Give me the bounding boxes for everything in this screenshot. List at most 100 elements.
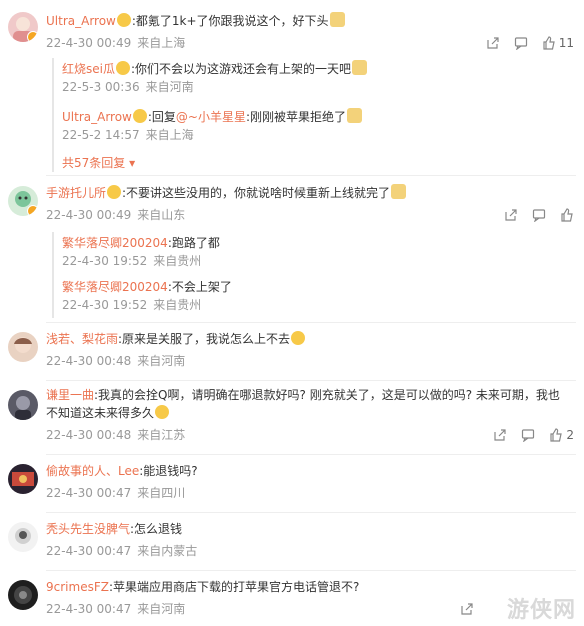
verified-badge-icon	[27, 31, 38, 42]
avatar-image	[15, 396, 31, 420]
reply-content: :跑路了都	[167, 236, 220, 250]
comment-icon[interactable]	[521, 428, 535, 442]
reply-date: 22-4-30 19:52	[62, 298, 148, 312]
emoji-icon	[155, 405, 170, 419]
comment-content: :都氪了1k+了你跟我说这个，好下头	[131, 14, 329, 28]
comment-location: 来自上海	[137, 36, 186, 50]
watermark-logo: 游侠网	[506, 598, 576, 623]
comment-date: 22-4-30 00:47	[46, 544, 132, 558]
comment-content: :能退钱吗?	[139, 464, 198, 478]
share-icon[interactable]	[493, 428, 507, 442]
reply-content: :你们不会以为这游戏还会有上架的一天吧	[130, 62, 352, 76]
reply-list: 繁华落尽卿200204:跑路了都 22-4-30 19:52 来自贵州 繁华落尽卿…	[52, 232, 576, 318]
divider	[46, 380, 576, 381]
reply-content: :刚刚被苹果拒绝了	[245, 110, 347, 124]
like-icon[interactable]	[560, 208, 574, 222]
emoji-icon	[132, 109, 147, 123]
reply-date: 22-4-30 19:52	[62, 254, 148, 268]
comment-location: 来自江苏	[137, 428, 186, 442]
comment-content: :原来是关服了，我说怎么上不去	[118, 332, 291, 346]
reply-location: 来自贵州	[153, 298, 202, 312]
comment-location: 来自内蒙古	[137, 544, 198, 558]
sticker-icon	[391, 184, 407, 199]
comment-content: :怎么退钱	[130, 522, 183, 536]
avatar[interactable]	[8, 390, 38, 420]
comment-content: :不要讲这些没用的，你就说啥时候重新上线就完了	[122, 186, 391, 200]
avatar[interactable]	[8, 12, 38, 42]
emoji-icon	[116, 13, 131, 27]
more-replies-label: 共57条回复	[62, 156, 126, 170]
comment-content: :苹果端应用商店下载的打苹果官方电话管退不?	[108, 580, 360, 594]
username-link[interactable]: 浅若、梨花雨	[46, 332, 118, 346]
emoji-icon	[115, 61, 130, 75]
like-icon	[549, 428, 563, 442]
emoji-icon	[107, 185, 122, 199]
reply-content: :不会上架了	[167, 280, 232, 294]
comment-text: Ultra_Arrow :都氪了1k+了你跟我说这个，好下头	[46, 12, 576, 30]
avatar[interactable]	[8, 522, 38, 552]
username-link[interactable]: 手游托儿所	[46, 186, 106, 200]
avatar[interactable]	[8, 580, 38, 610]
divider	[46, 570, 576, 571]
more-replies-link[interactable]: 共57条回复 ▾	[62, 154, 576, 172]
divider	[46, 454, 576, 455]
comment-location: 来自山东	[137, 208, 186, 222]
comment-date: 22-4-30 00:49	[46, 36, 132, 50]
avatar[interactable]	[8, 464, 38, 494]
reply-location: 来自上海	[145, 128, 194, 142]
comment-location: 来自河南	[137, 602, 186, 616]
reply-date: 22-5-2 14:57	[62, 128, 140, 142]
reply-item: Ultra_Arrow :回复@~小羊星星:刚刚被苹果拒绝了 22-5-2 14:…	[62, 108, 576, 144]
username-link[interactable]: 偷故事的人、Lee	[46, 464, 139, 478]
comment-date: 22-4-30 00:48	[46, 428, 132, 442]
reply-username-link[interactable]: 繁华落尽卿200204	[62, 236, 168, 250]
divider	[46, 512, 576, 513]
like-count: 2	[566, 428, 574, 442]
reply-username-link[interactable]: Ultra_Arrow	[62, 110, 132, 124]
comment-content: :我真的会拴Q啊，请明确在哪退款好吗? 刚充就关了，这是可以做的吗? 未来可期，…	[46, 388, 560, 420]
reply-prefix: :回复	[147, 110, 176, 124]
divider	[46, 322, 576, 323]
username-link[interactable]: 9crimesFZ	[46, 580, 109, 594]
comment-location: 来自河南	[137, 354, 186, 368]
reply-username-link[interactable]: 繁华落尽卿200204	[62, 280, 168, 294]
reply-username-link[interactable]: 红烧sei瓜	[62, 62, 115, 76]
comment-date: 22-4-30 00:47	[46, 602, 132, 616]
reply-date: 22-5-3 00:36	[62, 80, 140, 94]
comment-date: 22-4-30 00:49	[46, 208, 132, 222]
avatar-image	[12, 472, 34, 486]
divider	[46, 175, 576, 176]
like-button[interactable]: 2	[549, 428, 574, 442]
comment-date: 22-4-30 00:47	[46, 486, 132, 500]
reply-list: 红烧sei瓜 :你们不会以为这游戏还会有上架的一天吧 22-5-3 00:36 来自…	[52, 58, 576, 172]
caret-down-icon: ▾	[125, 156, 136, 170]
username-link[interactable]: 秃头先生没脾气	[46, 522, 130, 536]
sticker-icon	[347, 108, 363, 123]
verified-badge-icon	[27, 205, 38, 216]
username-link[interactable]: 谦里一曲	[46, 388, 94, 402]
sticker-icon	[329, 12, 345, 27]
like-count: 11	[558, 36, 574, 50]
comment-icon[interactable]	[532, 208, 546, 222]
comment-date: 22-4-30 00:48	[46, 354, 132, 368]
reply-item: 繁华落尽卿200204:跑路了都 22-4-30 19:52 来自贵州	[62, 234, 576, 270]
like-button[interactable]: 11	[542, 36, 574, 50]
emoji-icon	[291, 331, 306, 345]
reply-item: 繁华落尽卿200204:不会上架了 22-4-30 19:52 来自贵州	[62, 278, 576, 314]
reply-item: 红烧sei瓜:你们不会以为这游戏还会有上架的一天吧 22-5-3 00:36 来自…	[62, 60, 576, 96]
reply-location: 来自贵州	[153, 254, 202, 268]
like-icon	[542, 36, 556, 50]
share-icon[interactable]	[486, 36, 500, 50]
share-icon[interactable]	[460, 602, 474, 616]
mention-link[interactable]: @~小羊星星	[176, 110, 246, 124]
comment-icon[interactable]	[514, 36, 528, 50]
sticker-icon	[352, 60, 368, 75]
username-link[interactable]: Ultra_Arrow	[46, 14, 116, 28]
comment-location: 来自四川	[137, 486, 186, 500]
avatar[interactable]	[8, 332, 38, 362]
avatar-image	[15, 528, 31, 544]
share-icon[interactable]	[504, 208, 518, 222]
avatar-image	[14, 337, 32, 353]
avatar-image	[14, 586, 32, 604]
avatar[interactable]	[8, 186, 38, 216]
